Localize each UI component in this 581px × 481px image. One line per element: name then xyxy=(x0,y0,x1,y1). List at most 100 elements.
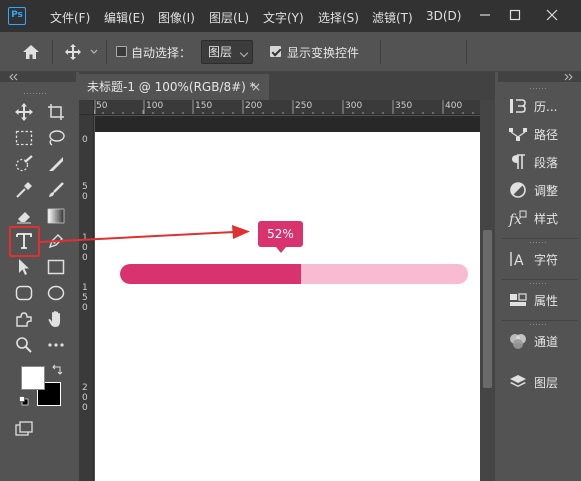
artboard-tool[interactable] xyxy=(45,101,67,123)
more-tools-button[interactable] xyxy=(45,334,67,356)
ruler-label: 0 xyxy=(82,135,88,145)
artboard-icon xyxy=(48,104,64,120)
toolbar-collapse-strip[interactable] xyxy=(0,72,76,82)
document-tab[interactable]: 未标题-1 @ 100%(RGB/8#) * × xyxy=(79,74,269,100)
crop-pen-tool[interactable] xyxy=(45,153,67,175)
menu-bar: Ps 文件(F) 编辑(E) 图像(I) 图层(L) 文字(Y) 选择(S) 滤… xyxy=(0,0,581,32)
marquee-icon xyxy=(15,130,33,146)
panel-character[interactable]: A 字符 xyxy=(498,245,581,273)
close-icon xyxy=(546,9,558,21)
panel-character-label: 字符 xyxy=(534,252,559,267)
swap-colors-icon[interactable] xyxy=(51,364,63,376)
panel-collapse-strip[interactable] xyxy=(498,72,581,82)
move-tool-preset[interactable] xyxy=(62,41,84,63)
horizontal-ruler: 50 100 150 200 250 300 350 400 xyxy=(79,100,480,115)
panel-adjustments-label: 调整 xyxy=(534,183,559,198)
default-colors-icon[interactable] xyxy=(19,396,29,406)
history-icon xyxy=(510,99,526,113)
show-transform-label: 显示变换控件 xyxy=(287,46,360,60)
panel-paragraph[interactable]: 段落 xyxy=(498,148,581,176)
ruler-label: 100 xyxy=(146,101,164,111)
hand-tool[interactable] xyxy=(45,308,67,330)
layer-select-dropdown[interactable]: 图层 xyxy=(201,40,253,64)
quick-selection-tool[interactable] xyxy=(13,153,35,175)
ruler-label: 200 xyxy=(245,101,263,111)
move-tool[interactable] xyxy=(13,101,35,123)
menu-image[interactable]: 图像(I) xyxy=(158,9,195,26)
panel-properties-label: 属性 xyxy=(534,293,559,308)
eraser-tool[interactable] xyxy=(13,205,35,227)
home-button[interactable] xyxy=(20,41,42,63)
ruler-label: 0 xyxy=(82,393,88,403)
ruler-label: 5 xyxy=(82,293,88,303)
minimize-button[interactable] xyxy=(473,4,497,26)
close-window-button[interactable] xyxy=(540,4,564,26)
eyedropper-tool[interactable] xyxy=(13,179,35,201)
screen-mode-icon xyxy=(15,421,33,436)
more-icon xyxy=(48,343,64,347)
panel-paths[interactable]: 路径 xyxy=(498,120,581,148)
close-tab-button[interactable]: × xyxy=(251,74,261,100)
ruler-label: 350 xyxy=(395,101,413,111)
auto-select-checkbox[interactable] xyxy=(116,46,127,57)
panel-adjustments[interactable]: 调整 xyxy=(498,176,581,204)
ruler-label: 1 xyxy=(82,233,88,243)
properties-icon xyxy=(510,293,527,306)
menu-layer[interactable]: 图层(L) xyxy=(209,9,249,26)
rectangle-tool[interactable] xyxy=(45,256,67,278)
scrollbar-thumb[interactable] xyxy=(483,230,492,388)
panel-layers[interactable]: 图层 xyxy=(498,368,581,396)
brush-tool[interactable] xyxy=(45,179,67,201)
progress-bar-fill xyxy=(120,264,301,284)
panel-grip xyxy=(530,242,548,243)
ruler-label: 2 xyxy=(82,383,88,393)
progress-label: 52% xyxy=(267,227,294,241)
menu-file[interactable]: 文件(F) xyxy=(50,9,90,26)
ruler-origin[interactable] xyxy=(79,100,94,115)
path-selection-tool[interactable] xyxy=(13,256,35,278)
show-transform-checkbox[interactable] xyxy=(270,46,281,57)
document-canvas[interactable] xyxy=(95,132,480,481)
menu-type[interactable]: 文字(Y) xyxy=(263,9,304,26)
ruler-label: 400 xyxy=(445,101,463,111)
ruler-label: 300 xyxy=(345,101,363,111)
progress-bar-track xyxy=(120,264,468,284)
panel-layers-label: 图层 xyxy=(534,375,559,390)
foreground-color-swatch[interactable] xyxy=(21,366,45,390)
menu-select[interactable]: 选择(S) xyxy=(318,9,359,26)
panel-grip xyxy=(530,88,548,89)
ruler-label: 5 xyxy=(82,182,88,192)
chevron-down-icon xyxy=(90,49,98,54)
panel-properties[interactable]: 属性 xyxy=(498,286,581,314)
maximize-button[interactable] xyxy=(503,4,527,26)
rounded-rectangle-tool[interactable] xyxy=(13,282,35,304)
panel-history[interactable]: 历... xyxy=(498,92,581,120)
pen-tool[interactable] xyxy=(45,230,67,252)
puzzle-icon xyxy=(16,312,32,327)
marquee-tool[interactable] xyxy=(13,127,35,149)
menu-edit[interactable]: 编辑(E) xyxy=(104,9,145,26)
adjustments-icon xyxy=(510,182,526,198)
vertical-scrollbar[interactable] xyxy=(480,100,495,481)
panel-grip xyxy=(530,324,548,325)
custom-shape-tool[interactable] xyxy=(13,308,35,330)
ellipse-icon xyxy=(47,285,65,301)
panel-styles[interactable]: fx 样式 xyxy=(498,204,581,232)
ellipse-tool[interactable] xyxy=(45,282,67,304)
menu-3d[interactable]: 3D(D) xyxy=(426,9,461,23)
menu-filter[interactable]: 滤镜(T) xyxy=(372,9,413,26)
lasso-tool[interactable] xyxy=(45,127,67,149)
gradient-tool[interactable] xyxy=(45,205,67,227)
ruler-label: 0 xyxy=(82,253,88,263)
auto-select-label: 自动选择： xyxy=(131,46,192,60)
screen-mode-button[interactable] xyxy=(13,418,35,440)
progress-tooltip: 52% xyxy=(258,221,303,253)
brush-icon xyxy=(49,182,64,197)
panel-paths-label: 路径 xyxy=(534,127,559,142)
panel-channels[interactable]: 通道 xyxy=(498,327,581,355)
panel-history-label: 历... xyxy=(534,99,558,114)
paragraph-icon xyxy=(512,154,525,169)
move-icon xyxy=(15,103,33,121)
zoom-tool[interactable] xyxy=(13,334,35,356)
gradient-icon xyxy=(47,208,65,224)
